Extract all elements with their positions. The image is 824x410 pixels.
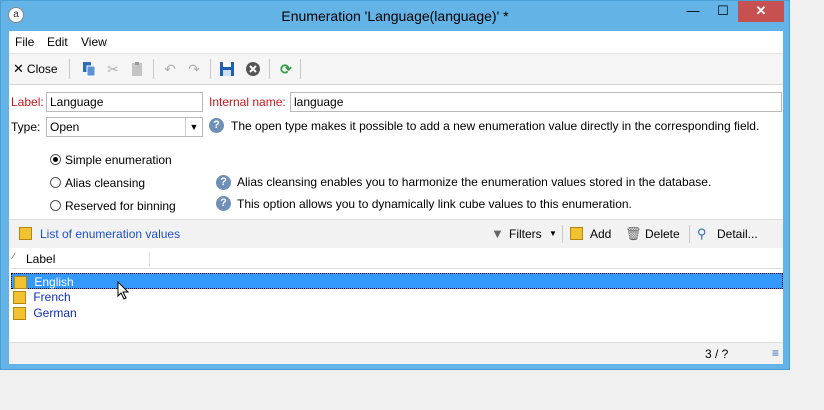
column-header-label[interactable]: Label [26,252,55,266]
maximize-button[interactable]: ☐ [708,1,738,22]
alias-help-text: Alias cleansing enables you to harmonize… [237,175,712,189]
list-icon [19,227,32,240]
toolbar: ✕ Close ✂ ↶ ↷ ⟳ [9,53,783,85]
redo-icon[interactable]: ↷ [186,61,202,77]
type-select-value: Open [50,120,80,134]
help-icon[interactable]: ? [209,118,224,133]
add-icon [570,227,583,240]
label-caption: Label: [11,95,44,109]
save-icon[interactable] [219,61,235,77]
toolbar-separator [69,59,70,79]
cancel-icon[interactable] [245,61,261,77]
radio-alias-cleansing-label[interactable]: Alias cleansing [65,176,145,190]
type-caption: Type: [11,120,41,134]
toolbar-separator [210,59,211,79]
enum-value-icon [14,276,27,290]
copy-icon[interactable] [81,61,97,77]
list-toolbar: List of enumeration values ▼ Filters ▼ A… [9,219,783,248]
row-label: English [34,275,74,289]
row-count: 3 / ? [705,347,729,361]
list-row-german[interactable]: German [11,305,783,321]
toolbar-separator [562,225,563,243]
detail-button[interactable]: Detail... [717,227,758,241]
binning-help-text: This option allows you to dynamically li… [237,197,632,211]
filters-button[interactable]: Filters [509,227,542,241]
trash-icon: 🗑 [625,226,642,241]
internal-name-caption: Internal name: [209,95,286,109]
grid-header: ⁄ Label [11,250,783,269]
type-help-text: The open type makes it possible to add a… [231,119,760,133]
mouse-cursor-icon [117,280,131,304]
sort-icon[interactable]: ⁄ [13,251,15,261]
internal-name-input[interactable]: language [290,92,782,112]
enum-value-icon [13,291,26,305]
close-button[interactable]: ✕ Close [13,61,58,77]
toolbar-separator [269,59,270,79]
menu-edit[interactable]: Edit [47,35,68,49]
help-icon[interactable]: ? [216,175,231,190]
row-label: French [33,290,71,304]
title-bar[interactable]: a Enumeration 'Language(language)' * — ☐… [1,1,789,31]
toolbar-separator [153,59,154,79]
enumeration-window: a Enumeration 'Language(language)' * — ☐… [0,0,790,370]
window-client: File Edit View ✕ Close ✂ ↶ ↷ ⟳ Label: La… [9,31,783,364]
close-icon: ✕ [13,61,24,76]
minimize-button[interactable]: — [678,1,708,22]
refresh-icon[interactable]: ⟳ [278,61,294,77]
row-label: German [33,306,77,320]
filter-icon: ▼ [491,226,504,241]
close-button-label: Close [26,62,58,76]
window-title: Enumeration 'Language(language)' * [281,8,509,24]
cut-icon[interactable]: ✂ [105,61,121,77]
toolbar-separator [689,225,690,243]
radio-reserved-for-binning[interactable] [50,200,61,211]
radio-reserved-for-binning-label[interactable]: Reserved for binning [65,199,176,213]
menu-file[interactable]: File [15,35,34,49]
label-input[interactable]: Language [46,92,203,112]
list-config-icon[interactable]: ≡ [772,346,779,360]
search-icon: ⚲ [697,226,707,241]
status-bar: 3 / ? ≡ [9,342,783,364]
enum-value-icon [13,307,26,321]
chevron-down-icon: ▼ [185,118,202,136]
window-close-button[interactable]: ✕ [738,1,784,22]
add-button[interactable]: Add [590,227,611,241]
delete-button[interactable]: Delete [645,227,680,241]
help-icon[interactable]: ? [216,196,231,211]
toolbar-separator [300,59,301,79]
list-title-link[interactable]: List of enumeration values [40,227,180,241]
chevron-down-icon[interactable]: ▼ [549,229,557,238]
menu-view[interactable]: View [81,35,107,49]
menu-bar: File Edit View [9,31,783,53]
radio-alias-cleansing[interactable] [50,177,61,188]
undo-icon[interactable]: ↶ [162,61,178,77]
radio-simple-enumeration-label[interactable]: Simple enumeration [65,153,172,167]
radio-simple-enumeration[interactable] [50,154,61,165]
paste-icon[interactable] [129,61,145,77]
column-divider[interactable] [149,252,150,266]
type-select[interactable]: Open ▼ [46,117,203,137]
